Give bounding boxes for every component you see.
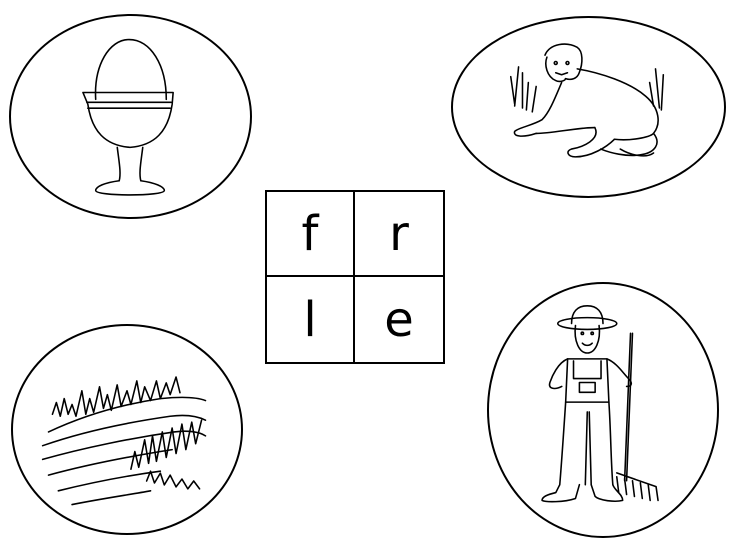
letter-grid: f r l e bbox=[265, 190, 445, 364]
farmer-picture[interactable] bbox=[487, 282, 719, 538]
field-picture[interactable] bbox=[11, 324, 243, 535]
egg-cup-picture[interactable] bbox=[9, 14, 252, 219]
letter-f[interactable]: f bbox=[267, 192, 355, 277]
lioness-icon bbox=[509, 43, 665, 158]
letter-r[interactable]: r bbox=[355, 192, 443, 277]
farmer-icon bbox=[541, 305, 659, 503]
letter-l[interactable]: l bbox=[267, 277, 355, 362]
letter-e[interactable]: e bbox=[355, 277, 443, 362]
egg-cup-icon bbox=[82, 38, 174, 196]
lioness-picture[interactable] bbox=[451, 16, 726, 198]
field-icon bbox=[41, 376, 207, 506]
